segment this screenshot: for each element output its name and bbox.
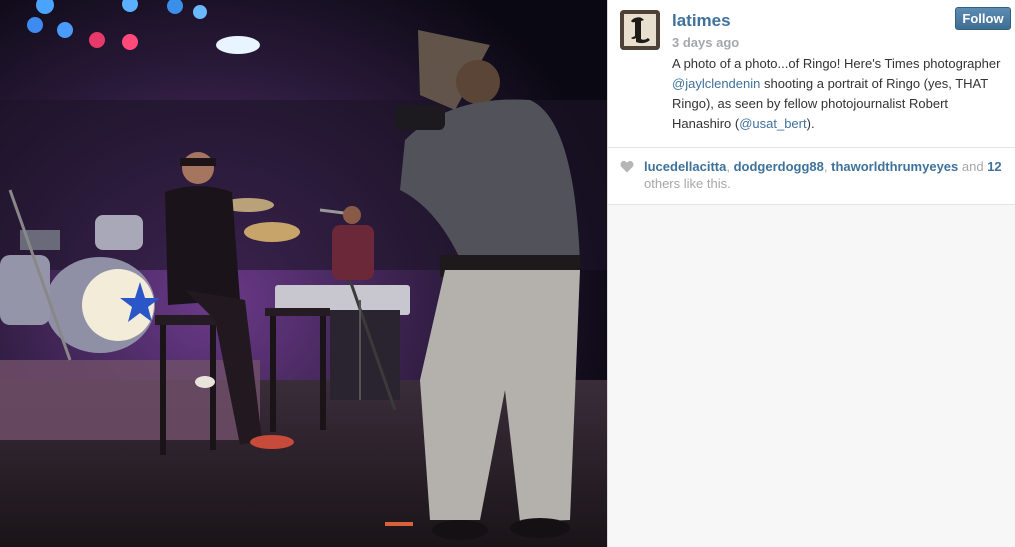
liker-link[interactable]: thaworldthrumyeyes bbox=[831, 159, 958, 174]
separator-text: , bbox=[726, 159, 734, 174]
concert-photo-image bbox=[0, 0, 607, 547]
mention-link[interactable]: @jaylclendenin bbox=[672, 76, 760, 91]
and-text: and bbox=[958, 159, 988, 174]
liker-link[interactable]: lucedellacitta bbox=[644, 159, 726, 174]
follow-button[interactable]: Follow bbox=[955, 7, 1011, 30]
post-caption: A photo of a photo...of Ringo! Here's Ti… bbox=[672, 54, 1002, 134]
likes-section: lucedellacitta, dodgerdogg88, thaworldth… bbox=[608, 148, 1015, 205]
post-header: latimes 3 days ago Follow A photo of a p… bbox=[608, 0, 1015, 148]
caption-text: ). bbox=[806, 116, 815, 131]
likes-text: lucedellacitta, dodgerdogg88, thaworldth… bbox=[644, 158, 1004, 192]
latimes-logo-icon[interactable] bbox=[620, 10, 660, 50]
liker-link[interactable]: dodgerdogg88 bbox=[734, 159, 824, 174]
others-text: others like this. bbox=[644, 176, 731, 191]
post-sidebar: latimes 3 days ago Follow A photo of a p… bbox=[607, 0, 1015, 547]
post-photo[interactable] bbox=[0, 0, 607, 547]
others-count[interactable]: 12 bbox=[987, 159, 1001, 174]
post-timestamp: 3 days ago bbox=[672, 35, 740, 50]
username-link[interactable]: latimes bbox=[672, 11, 731, 31]
caption-text: A photo of a photo...of Ringo! Here's Ti… bbox=[672, 56, 1001, 71]
heart-icon[interactable] bbox=[620, 160, 634, 178]
mention-link[interactable]: @usat_bert bbox=[739, 116, 806, 131]
